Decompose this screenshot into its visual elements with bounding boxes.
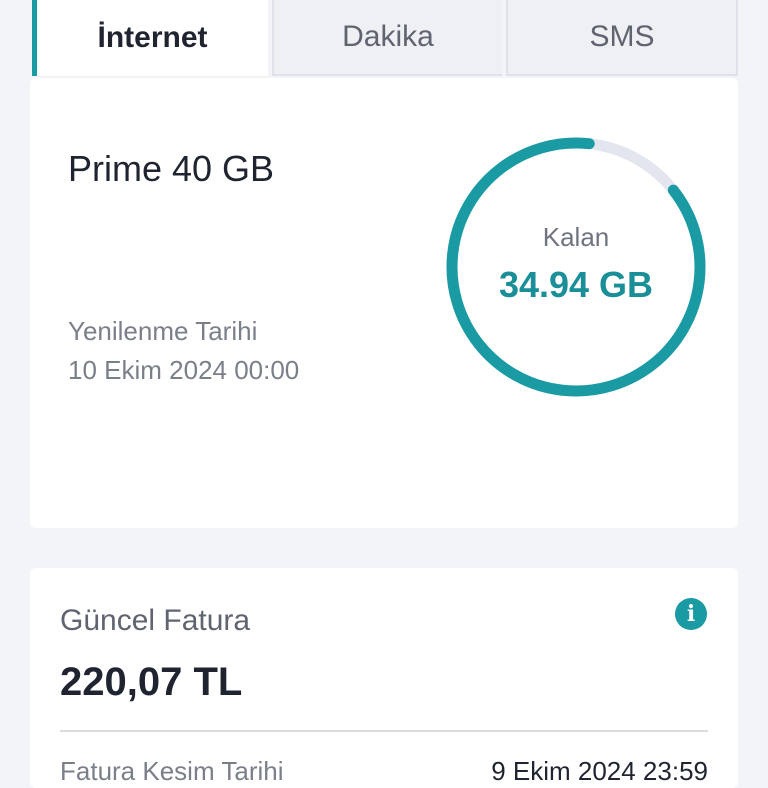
tab-minutes-label: Dakika (342, 20, 434, 53)
renewal-label: Yenilenme Tarihi (68, 316, 258, 346)
bill-cutoff-label: Fatura Kesim Tarihi (60, 756, 284, 786)
bill-card: Güncel Fatura i 220,07 TL Fatura Kesim T… (30, 568, 738, 788)
usage-tabs: İnternet Dakika SMS (32, 0, 738, 78)
tab-sms-label: SMS (589, 20, 655, 53)
package-name: Prime 40 GB (68, 148, 275, 189)
remaining-value: 34.94 GB (498, 264, 654, 305)
tab-internet[interactable]: İnternet (32, 0, 268, 76)
info-icon[interactable]: i (675, 598, 707, 630)
tab-sms[interactable]: SMS (506, 0, 738, 76)
divider (60, 730, 708, 732)
bill-cutoff-value: 9 Ekim 2024 23:59 (491, 756, 708, 786)
remaining-gauge: Kalan 34.94 GB (443, 134, 709, 400)
renewal-date: 10 Ekim 2024 00:00 (68, 355, 300, 385)
tab-minutes[interactable]: Dakika (272, 0, 502, 76)
bill-amount: 220,07 TL (60, 660, 243, 704)
package-card: Prime 40 GB Yenilenme Tarihi 10 Ekim 202… (30, 78, 738, 528)
remaining-label: Kalan (542, 222, 610, 252)
tab-internet-label: İnternet (97, 21, 208, 54)
bill-title: Güncel Fatura (60, 604, 251, 637)
